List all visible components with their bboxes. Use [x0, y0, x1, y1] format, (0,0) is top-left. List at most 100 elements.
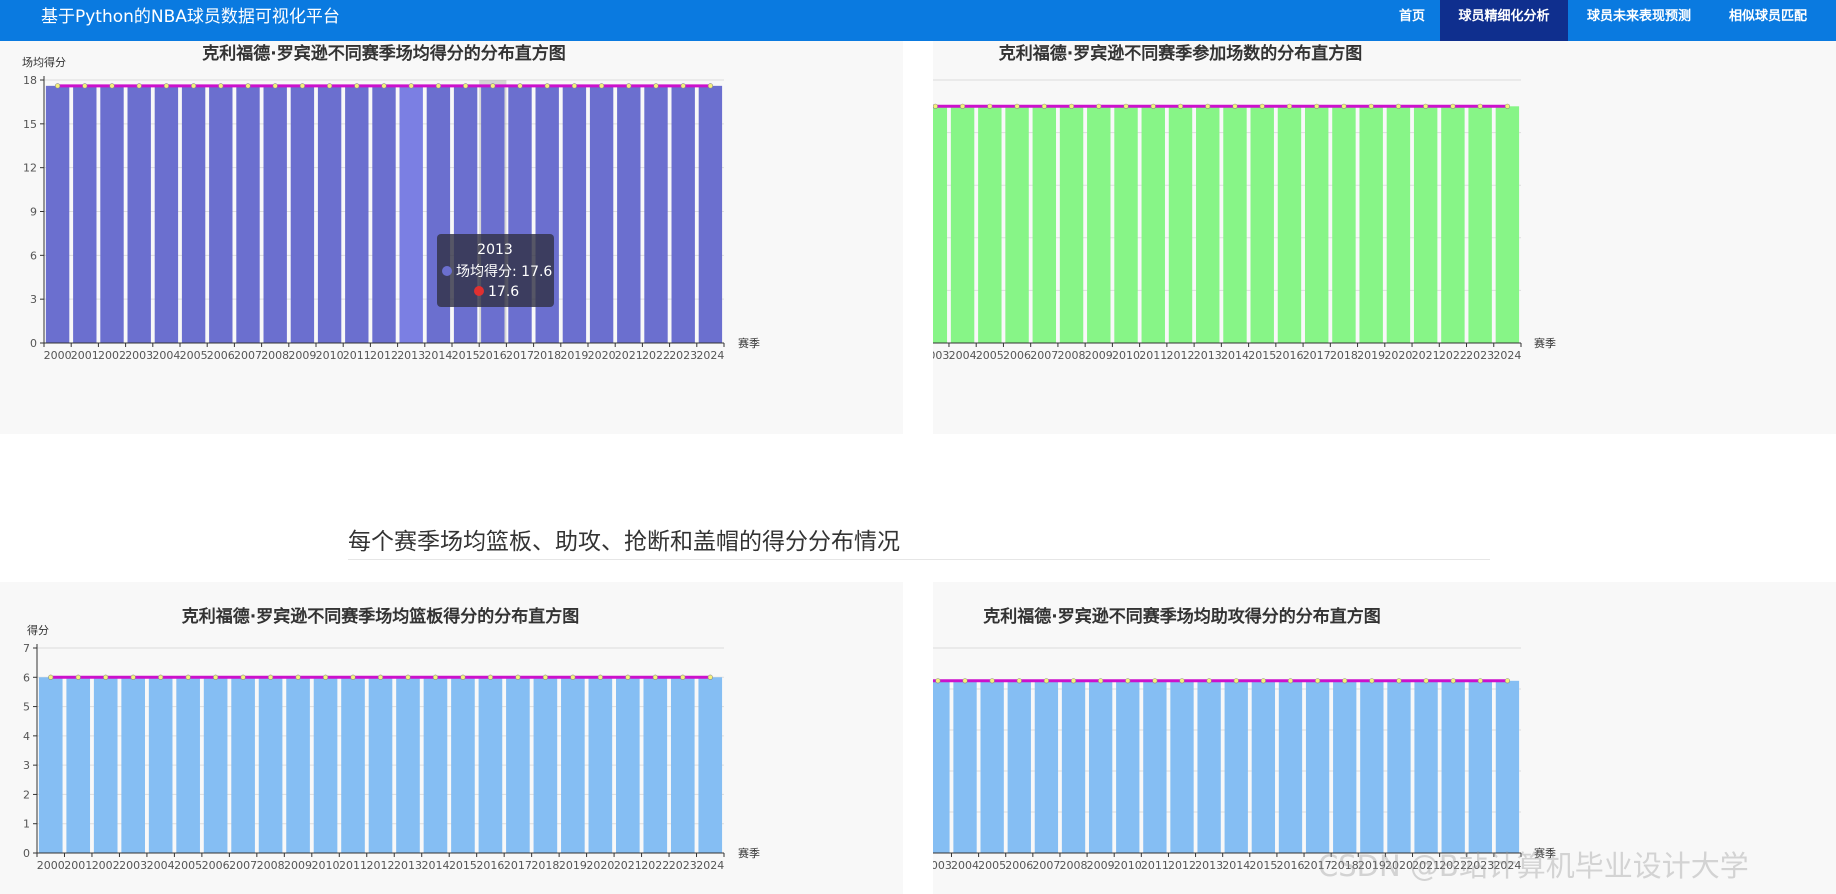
chart-title: 克利福德·罗宾逊不同赛季场均得分的分布直方图	[202, 43, 565, 64]
x-tick-label: 2008	[257, 859, 285, 872]
points-histogram-chart[interactable]: 克利福德·罗宾逊不同赛季场均得分的分布直方图场均得分赛季 0 3 6 9 12 15 18 20…	[0, 41, 903, 434]
site-brand[interactable]: 基于Python的NBA球员数据可视化平台	[41, 6, 340, 28]
y-tick-label: 6	[23, 671, 30, 684]
nav-item-similar-players[interactable]: 相似球员匹配	[1716, 0, 1820, 41]
bar-2009	[286, 677, 310, 853]
y-tick-label: 18	[23, 74, 37, 87]
trend-point-2016	[490, 83, 496, 89]
x-tick-label: 2003	[933, 349, 949, 362]
x-tick-label: 2009	[284, 859, 312, 872]
trend-point-2008	[272, 83, 278, 89]
trend-point-2021	[1423, 678, 1429, 684]
bar-2009	[290, 85, 315, 343]
x-tick-label: 2003	[119, 859, 147, 872]
games-histogram-chart[interactable]: 克利福德·罗宾逊不同赛季参加场数的分布直方图场数赛季02468102000200…	[933, 41, 1836, 434]
x-tick-label: 2019	[560, 349, 588, 362]
x-tick-label: 2021	[1412, 349, 1440, 362]
y-tick-label: 3	[23, 759, 30, 772]
bar-2005	[181, 85, 206, 343]
trend-point-2024	[1504, 678, 1511, 684]
trend-point-2022	[653, 83, 659, 89]
trend-point-2020	[597, 674, 603, 680]
bar-2018	[1333, 680, 1357, 853]
bar-2011	[1141, 106, 1165, 343]
bar-2010	[313, 677, 338, 853]
section-heading: 每个赛季场均篮板、助攻、抢断和盖帽的得分分布情况	[348, 529, 900, 555]
x-tick-label: 2003	[933, 859, 952, 872]
x-tick-label: 2012	[1168, 859, 1196, 872]
bar-2005	[980, 680, 1004, 853]
x-tick-label: 2004	[949, 349, 977, 362]
trend-point-2014	[1232, 103, 1238, 109]
trend-point-2021	[625, 674, 631, 680]
x-tick-label: 2024	[696, 859, 724, 872]
x-tick-label: 2023	[1466, 349, 1494, 362]
bar-2001	[73, 85, 97, 343]
chart-panel-rebounds: 克利福德·罗宾逊不同赛季场均篮板得分的分布直方图 得分 赛季 0 1 2 3 4 5 6 7 2000…	[0, 582, 903, 894]
x-tick-label: 2010	[1112, 349, 1140, 362]
trend-point-2015	[463, 83, 469, 89]
x-tick-label: 2011	[343, 349, 371, 362]
section-divider	[348, 559, 1490, 560]
x-tick-label: 2005	[180, 349, 208, 362]
x-tick-label: 2008	[1058, 349, 1086, 362]
x-tick-label: 2006	[1003, 349, 1031, 362]
trend-point-2012	[381, 83, 387, 89]
bar-2023	[670, 677, 695, 853]
trend-point-2014	[1233, 678, 1239, 684]
trend-point-2018	[544, 83, 550, 89]
bar-2024	[1495, 106, 1520, 343]
x-tick-label: 2009	[288, 349, 316, 362]
x-tick-label: 2015	[449, 859, 477, 872]
x-tick-label: 2004	[951, 859, 979, 872]
trend-point-2013	[1206, 678, 1212, 684]
trend-point-2016	[1287, 678, 1294, 684]
x-tick-label: 2011	[1139, 349, 1167, 362]
trend-point-2002	[103, 674, 109, 680]
bar-2012	[368, 677, 393, 853]
bar-2020	[1386, 106, 1411, 343]
bar-2005	[176, 677, 200, 853]
chart-title: 克利福德·罗宾逊不同赛季场均篮板得分的分布直方图	[182, 606, 579, 627]
nav-item-performance-prediction[interactable]: 球员未来表现预测	[1572, 0, 1706, 41]
trend-point-2010	[1123, 103, 1129, 109]
trend-point-2004	[158, 674, 164, 680]
x-tick-label: 2011	[1141, 859, 1169, 872]
trend-point-2020	[1396, 678, 1402, 684]
nav-item-home[interactable]: 首页	[1384, 0, 1440, 41]
trend-point-2012	[1177, 103, 1184, 109]
trend-point-2015	[1260, 678, 1266, 684]
bar-2004	[148, 677, 173, 853]
trend-point-2013	[405, 674, 411, 680]
x-tick-label: 2007	[1030, 349, 1058, 362]
x-tick-label: 2018	[531, 859, 559, 872]
bar-2014	[423, 677, 448, 853]
bar-2019	[1359, 106, 1383, 343]
trend-point-2018	[1341, 103, 1347, 109]
x-tick-label: 2006	[202, 859, 230, 872]
nav-item-player-analysis[interactable]: 球员精细化分析	[1440, 0, 1568, 41]
x-tick-label: 2024	[696, 349, 724, 362]
x-axis-name: 赛季	[1534, 336, 1556, 350]
y-tick-label: 9	[30, 206, 37, 219]
trend-point-2020	[598, 83, 605, 89]
trend-point-2017	[1315, 678, 1321, 684]
bar-2021	[617, 85, 641, 343]
x-tick-label: 2010	[316, 349, 344, 362]
trend-point-2017	[517, 83, 523, 89]
x-tick-label: 2024	[1493, 349, 1521, 362]
x-tick-label: 2013	[397, 349, 425, 362]
trend-point-2013	[1205, 103, 1211, 109]
trend-point-2010	[322, 674, 329, 680]
rebounds-histogram-chart[interactable]: 克利福德·罗宾逊不同赛季场均篮板得分的分布直方图得分赛季 0 1 2 3 4 5 6 7 2000…	[0, 582, 903, 894]
x-tick-label: 2018	[1330, 349, 1358, 362]
x-tick-label: 2020	[588, 349, 616, 362]
trend-point-2004	[959, 103, 966, 109]
trend-point-2011	[350, 674, 356, 680]
trend-point-2015	[1259, 103, 1265, 109]
x-tick-label: 2003	[125, 349, 153, 362]
bar-2016	[1277, 106, 1302, 343]
trend-point-2012	[1179, 678, 1185, 684]
tooltip-dot-series	[442, 266, 452, 276]
y-tick-label: 12	[23, 162, 37, 175]
